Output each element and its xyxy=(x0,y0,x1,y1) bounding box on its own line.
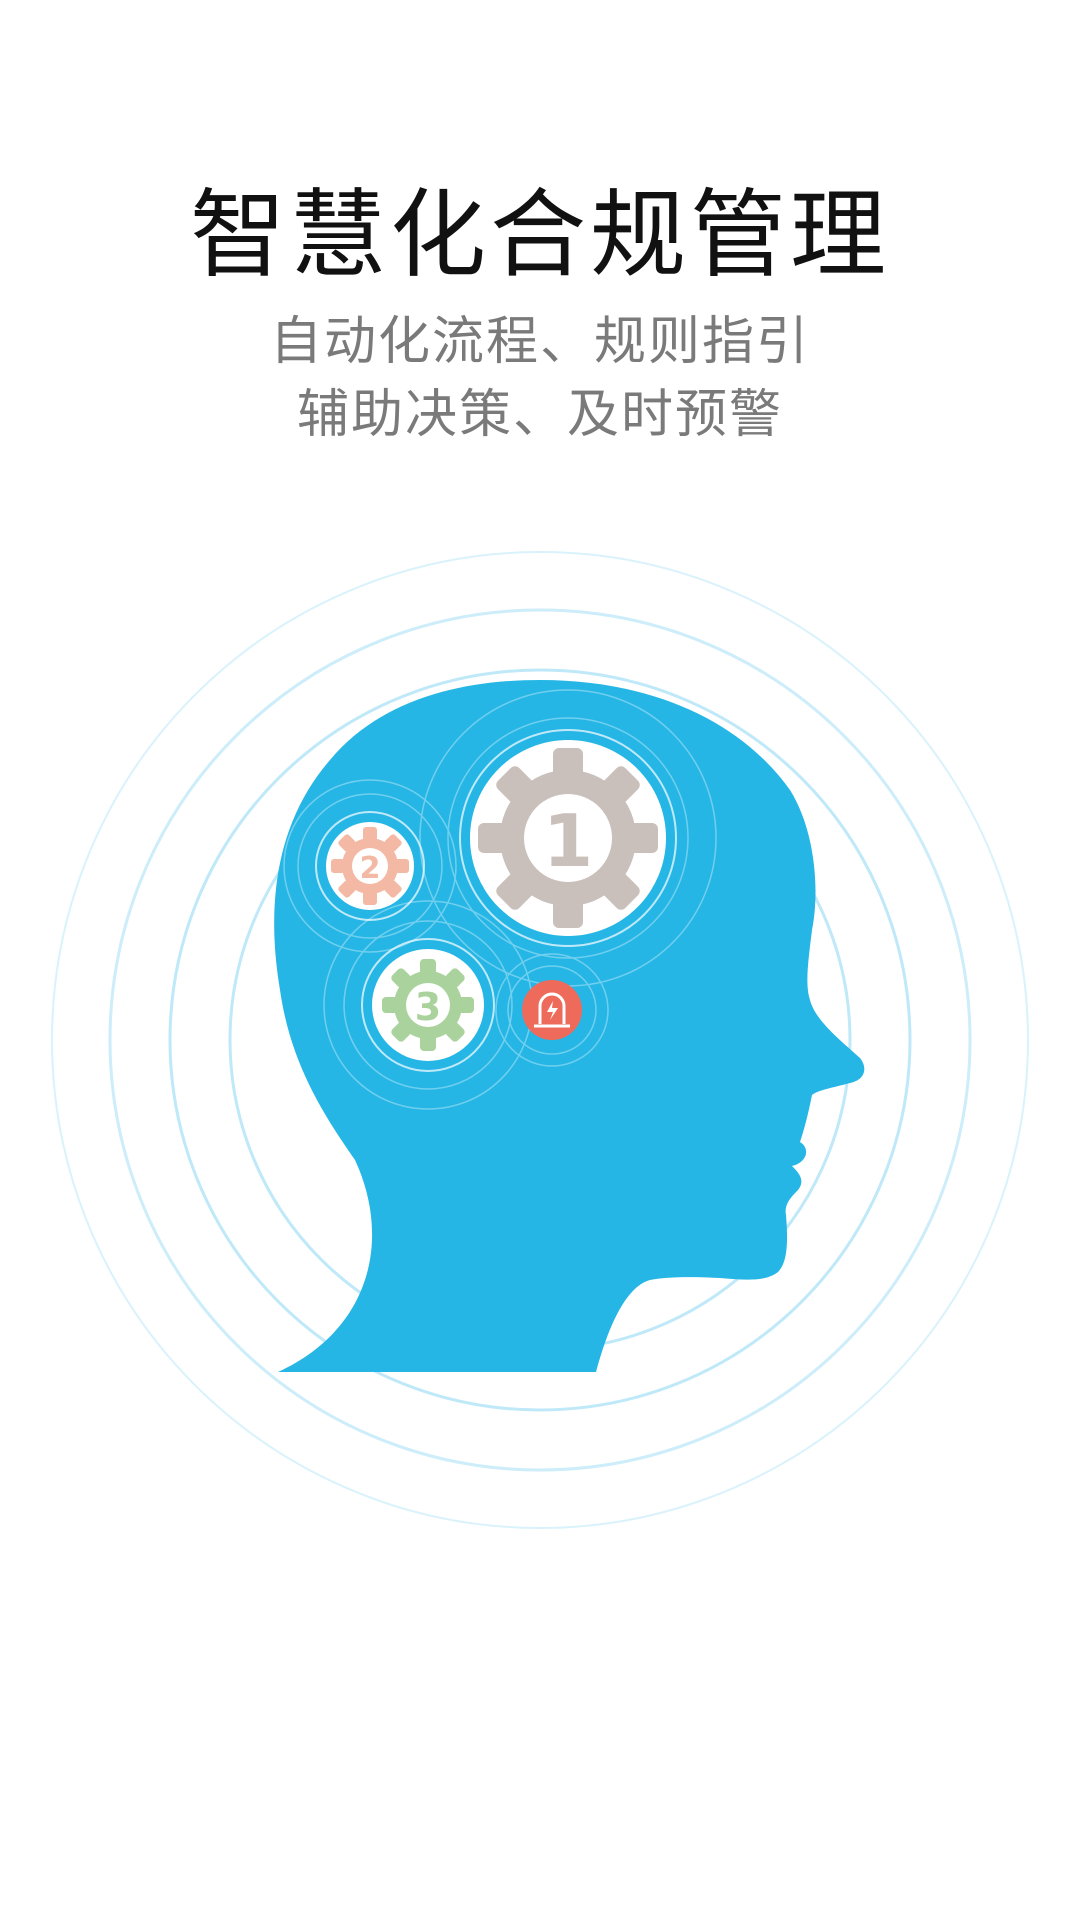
gear-3-label: 3 xyxy=(415,985,441,1029)
alarm-light-icon xyxy=(522,980,582,1040)
gear-2-label: 2 xyxy=(360,851,381,886)
gear-3: 3 xyxy=(361,938,495,1072)
brain-illustration: 1 2 3 xyxy=(51,551,1029,1529)
onboarding-screen: 智慧化合规管理 自动化流程、规则指引 辅助决策、及时预警 1 2 3 xyxy=(0,0,1080,1920)
gear-1-label: 1 xyxy=(543,799,593,883)
gear-2: 2 xyxy=(315,811,425,921)
